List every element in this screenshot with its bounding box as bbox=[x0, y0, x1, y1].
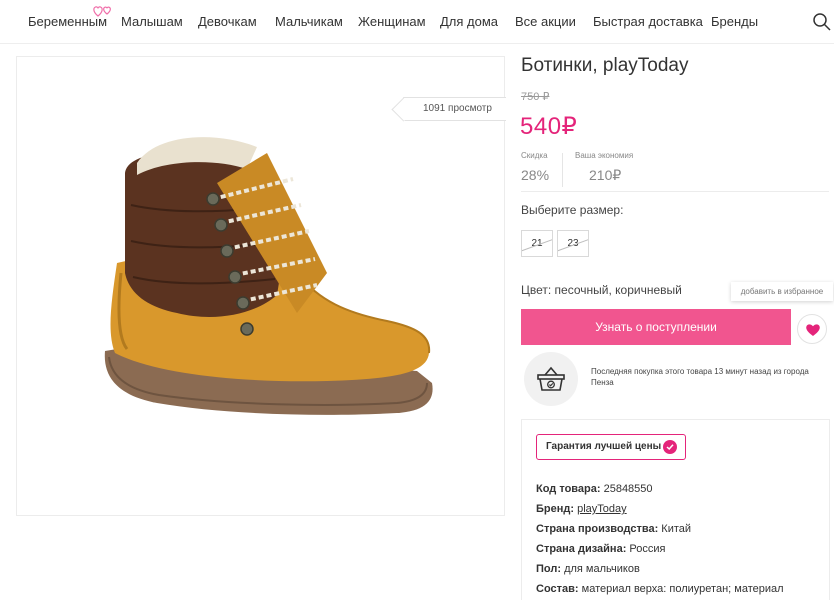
spec-sku: Код товара: 25848550 bbox=[536, 483, 653, 495]
guarantee-label: Гарантия лучшей цены bbox=[546, 441, 662, 452]
spec-composition: Состав: материал верха: полиуретан; мате… bbox=[536, 583, 784, 595]
best-price-guarantee-badge[interactable]: Гарантия лучшей цены bbox=[536, 434, 686, 460]
old-price: 750 ₽ bbox=[521, 91, 550, 103]
last-purchase-text: Последняя покупка этого товара 13 минут … bbox=[591, 367, 809, 387]
spec-value: Россия bbox=[626, 543, 666, 555]
brand-link[interactable]: playToday bbox=[577, 503, 627, 515]
product-image-panel[interactable]: 1091 просмотр bbox=[16, 56, 506, 516]
product-image-boot bbox=[104, 137, 433, 415]
spec-country-design: Страна дизайна: Россия bbox=[536, 543, 666, 555]
top-navigation: Беременным Малышам Девочкам Мальчикам Же… bbox=[0, 0, 834, 44]
spec-value: материал верха: полиуретан; материал bbox=[578, 583, 784, 595]
product-title: Ботинки, playToday bbox=[521, 55, 689, 76]
notify-availability-button[interactable]: Узнать о поступлении bbox=[521, 309, 791, 345]
spec-value: 25848550 bbox=[600, 483, 653, 495]
spec-label: Страна производства: bbox=[536, 523, 659, 535]
nav-item-women[interactable]: Женщинам bbox=[358, 14, 426, 29]
hearts-decoration-icon bbox=[92, 4, 114, 23]
search-icon[interactable] bbox=[812, 12, 832, 32]
basket-badge bbox=[524, 352, 578, 406]
basket-icon bbox=[537, 366, 565, 391]
spec-country-production: Страна производства: Китай bbox=[536, 523, 691, 535]
spec-brand: Бренд: playToday bbox=[536, 503, 627, 515]
size-option-21[interactable]: 21 bbox=[521, 230, 553, 257]
savings-label: Ваша экономия bbox=[575, 151, 634, 160]
spec-gender: Пол: для мальчиков bbox=[536, 563, 640, 575]
add-to-favorites-button[interactable] bbox=[797, 314, 827, 344]
nav-item-fast-delivery[interactable]: Быстрая доставка bbox=[593, 14, 703, 29]
nav-item-girls[interactable]: Девочкам bbox=[198, 14, 257, 29]
savings-value: 210₽ bbox=[589, 167, 622, 183]
divider bbox=[521, 191, 829, 192]
spec-label: Состав: bbox=[536, 583, 579, 595]
product-color: Цвет: песочный, коричневый bbox=[521, 283, 682, 297]
favorite-tooltip: добавить в избранное bbox=[731, 282, 833, 301]
heart-icon bbox=[806, 324, 820, 336]
spec-value: Китай bbox=[658, 523, 692, 535]
spec-label: Пол: bbox=[536, 563, 562, 575]
nav-item-babies[interactable]: Малышам bbox=[121, 14, 183, 29]
nav-item-boys[interactable]: Мальчикам bbox=[275, 14, 343, 29]
spec-value: для мальчиков bbox=[561, 563, 640, 575]
current-price: 540₽ bbox=[520, 113, 578, 140]
size-option-23[interactable]: 23 bbox=[557, 230, 589, 257]
discount-label: Скидка bbox=[521, 151, 548, 160]
size-label: Выберите размер: bbox=[521, 203, 624, 217]
nav-item-home[interactable]: Для дома bbox=[440, 14, 498, 29]
discount-value: 28% bbox=[521, 167, 550, 183]
nav-item-all-deals[interactable]: Все акции bbox=[515, 14, 576, 29]
nav-item-brands[interactable]: Бренды bbox=[711, 14, 758, 29]
spec-label: Код товара: bbox=[536, 483, 601, 495]
check-icon bbox=[663, 440, 677, 454]
spec-label: Бренд: bbox=[536, 503, 575, 515]
discount-divider bbox=[562, 153, 563, 187]
spec-label: Страна дизайна: bbox=[536, 543, 627, 555]
